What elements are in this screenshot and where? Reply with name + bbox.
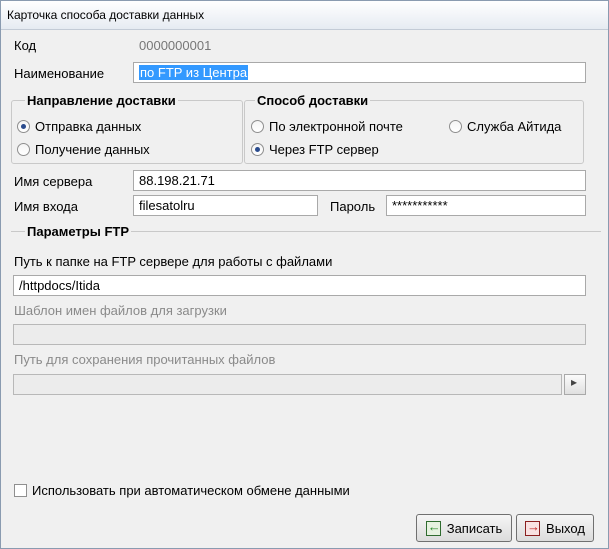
radio-itida-label[interactable]: Служба Айтида <box>467 119 561 134</box>
radio-ftp-label[interactable]: Через FTP сервер <box>269 142 379 157</box>
password-label: Пароль <box>330 199 376 214</box>
radio-ftp[interactable] <box>251 143 264 156</box>
folder-input[interactable]: /httpdocs/Itida <box>13 275 586 296</box>
ftp-section-title: Параметры FTP <box>25 224 131 239</box>
folder-label: Путь к папке на FTP сервере для работы с… <box>14 254 333 269</box>
exit-button[interactable]: Выход <box>516 514 594 542</box>
auto-exchange-label[interactable]: Использовать при автоматическом обмене д… <box>32 483 350 498</box>
name-label: Наименование <box>14 66 105 81</box>
radio-itida[interactable] <box>449 120 462 133</box>
radio-email[interactable] <box>251 120 264 133</box>
radio-send[interactable] <box>17 120 30 133</box>
server-label: Имя сервера <box>14 174 93 189</box>
exit-icon <box>525 519 541 536</box>
browse-icon: ▸ <box>571 375 578 389</box>
title-bar: Карточка способа доставки данных <box>1 1 608 30</box>
template-label: Шаблон имен файлов для загрузки <box>14 303 227 318</box>
login-input[interactable]: filesatolru <box>133 195 318 216</box>
name-input[interactable]: по FTP из Центра <box>133 62 586 83</box>
method-group-title: Способ доставки <box>255 93 371 108</box>
save-button[interactable]: Записать <box>416 514 512 542</box>
dialog-window: Карточка способа доставки данных Код 000… <box>0 0 609 549</box>
exit-button-label: Выход <box>546 520 585 536</box>
save-button-label: Записать <box>446 520 503 536</box>
name-input-value: по FTP из Центра <box>139 65 249 80</box>
window-title: Карточка способа доставки данных <box>7 8 205 22</box>
radio-receive-label[interactable]: Получение данных <box>35 142 150 157</box>
password-input[interactable]: *********** <box>386 195 586 216</box>
save-path-input[interactable] <box>13 374 562 395</box>
login-label: Имя входа <box>14 199 78 214</box>
code-value: 0000000001 <box>139 38 212 53</box>
server-input[interactable]: 88.198.21.71 <box>133 170 586 191</box>
auto-exchange-checkbox[interactable] <box>14 484 27 497</box>
code-label: Код <box>14 38 37 53</box>
radio-send-label[interactable]: Отправка данных <box>35 119 141 134</box>
radio-receive[interactable] <box>17 143 30 156</box>
direction-group-title: Направление доставки <box>25 93 178 108</box>
save-path-label: Путь для сохранения прочитанных файлов <box>14 352 276 367</box>
browse-button[interactable]: ▸ <box>564 374 586 395</box>
save-icon <box>425 519 441 536</box>
template-input[interactable] <box>13 324 586 345</box>
radio-email-label[interactable]: По электронной почте <box>269 119 403 134</box>
